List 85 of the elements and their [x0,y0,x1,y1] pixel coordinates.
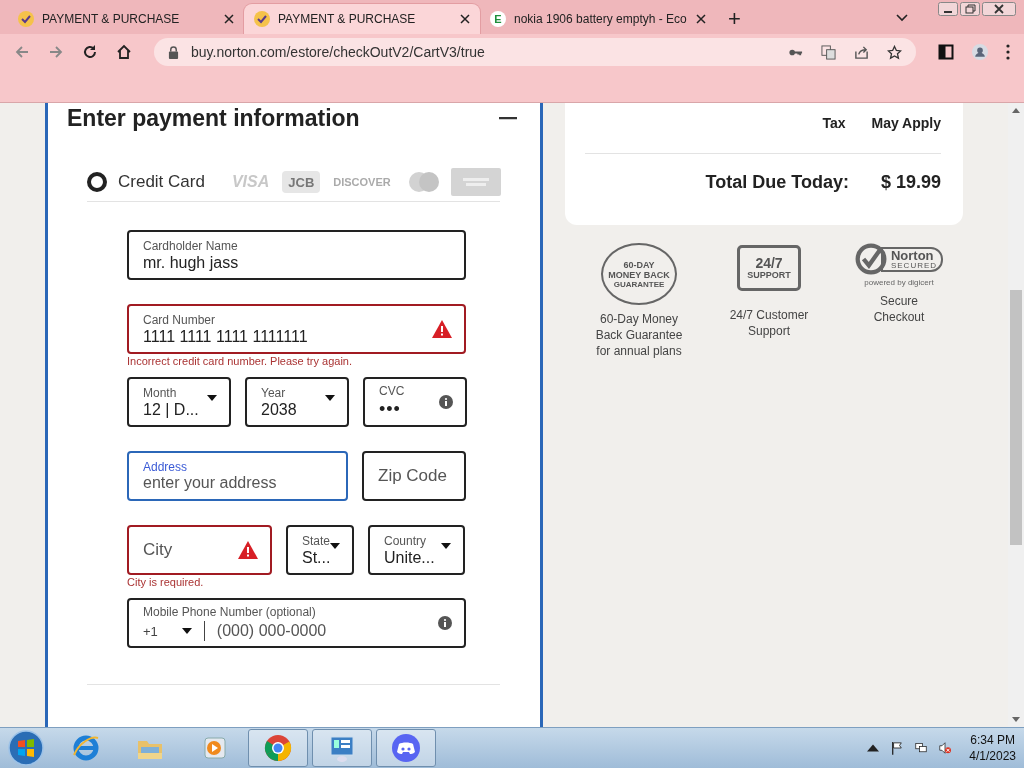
input-field[interactable]: Address enter your address [127,451,348,501]
chrome-icon [263,733,293,763]
checkmark-icon [854,243,887,275]
close-icon[interactable] [460,14,470,24]
menu-icon[interactable] [1006,44,1010,60]
input-field[interactable]: Zip Code [362,451,466,501]
clock[interactable]: 6:34 PM 4/1/2023 [969,732,1016,764]
tab-title: PAYMENT & PURCHASE [278,12,417,26]
input-field[interactable]: City [127,525,272,575]
input-field[interactable]: Cardholder Name mr. hugh jass [127,230,466,280]
input-field[interactable]: Card Number 1111 1111 1111 1111111 [127,304,466,354]
warning-icon [238,541,258,559]
phone-field[interactable]: Mobile Phone Number (optional) +1 (000) 000-0000 [127,598,466,648]
lock-icon [168,45,179,59]
globe-e-icon [71,733,101,763]
summary-label: Tax [822,115,846,131]
caret-icon [441,543,451,549]
badge-caption: 60-Day Money Back Guarantee for annual plans [595,311,683,359]
sidebar-icon[interactable] [938,44,954,60]
info-icon[interactable] [438,616,452,630]
card-logo [450,168,501,196]
info-icon[interactable] [439,395,453,409]
badge-caption: 24/7 Customer Support [729,307,809,339]
game-controller-icon [391,733,421,763]
total-amount: $ 19.99 [880,172,941,193]
total-label: Total Due Today: [705,172,849,193]
check-icon [254,11,270,27]
section-heading: Enter payment information [67,104,360,132]
close-icon[interactable] [696,14,706,24]
share-icon[interactable] [854,44,869,60]
address-bar[interactable]: buy.norton.com/estore/checkOutV2/CartV3/true [154,38,916,66]
scrollbar[interactable] [1008,103,1024,727]
card-logo: DISCOVER [332,175,392,190]
close-icon[interactable] [982,2,1016,16]
tab-title: PAYMENT & PURCHASE [42,12,181,26]
browser-tab[interactable]: E nokia 1906 battery emptyh - Eco [480,4,716,34]
caret-icon [330,543,340,549]
error-message: Incorrect credit card number. Please try again. [127,355,353,367]
badge-caption: Secure Checkout [873,293,925,325]
norton-seal: Norton SECURED [880,246,944,272]
summary-value: May Apply [871,115,941,131]
radio-label: Credit Card [118,172,205,192]
caret-icon [325,395,335,401]
radio-button[interactable] [87,172,107,192]
caret-icon [207,395,217,401]
flag-icon[interactable] [891,741,904,755]
select-field[interactable]: State St... [286,525,354,575]
network-icon[interactable] [915,741,928,755]
site-icon: E [490,11,506,27]
card-logo: JCB [282,171,321,193]
warning-icon [432,320,452,338]
star-icon[interactable] [887,44,902,60]
seal-caption: powered by digicert [864,278,934,287]
muted-speaker-icon[interactable] [939,741,952,755]
close-icon[interactable] [224,14,234,24]
select-field[interactable]: Country Unite... [368,525,465,575]
check-icon [18,11,34,27]
restore-icon[interactable] [960,2,980,16]
minimize-icon[interactable] [938,2,958,16]
profile-icon[interactable] [972,44,988,60]
chevron-down-icon[interactable] [896,14,908,22]
tab-title: nokia 1906 battery emptyh - Eco [514,12,688,26]
select-field[interactable]: Year 2038 [245,377,349,427]
taskbar-app[interactable] [248,729,308,767]
bubble-text: 24/7 [755,256,783,270]
input-field[interactable]: CVC ••• [363,377,467,427]
seal-text: GUARANTEE [613,279,665,289]
scroll-up-icon[interactable] [1012,108,1020,113]
new-tab-button[interactable]: + [716,4,753,34]
start-button[interactable] [8,730,44,766]
browser-tab[interactable]: PAYMENT & PURCHASE [244,4,480,34]
error-message: City is required. [127,576,205,588]
collapse-icon[interactable] [496,116,520,120]
url-text: buy.norton.com/estore/checkOutV2/CartV3/true [191,44,485,60]
bubble-text: SUPPORT [747,270,791,280]
reload-icon[interactable] [82,44,98,60]
caret-icon [181,628,192,634]
scroll-down-icon[interactable] [1012,717,1020,722]
taskbar-app[interactable] [376,729,436,767]
taskbar-app[interactable] [312,729,372,767]
home-icon[interactable] [116,44,132,60]
browser-tab[interactable]: PAYMENT & PURCHASE [8,4,244,34]
seal-text: MONEY BACK [608,269,670,280]
seal-text: 60-DAY [623,259,655,270]
select-field[interactable]: Month 12 | D... [127,377,231,427]
